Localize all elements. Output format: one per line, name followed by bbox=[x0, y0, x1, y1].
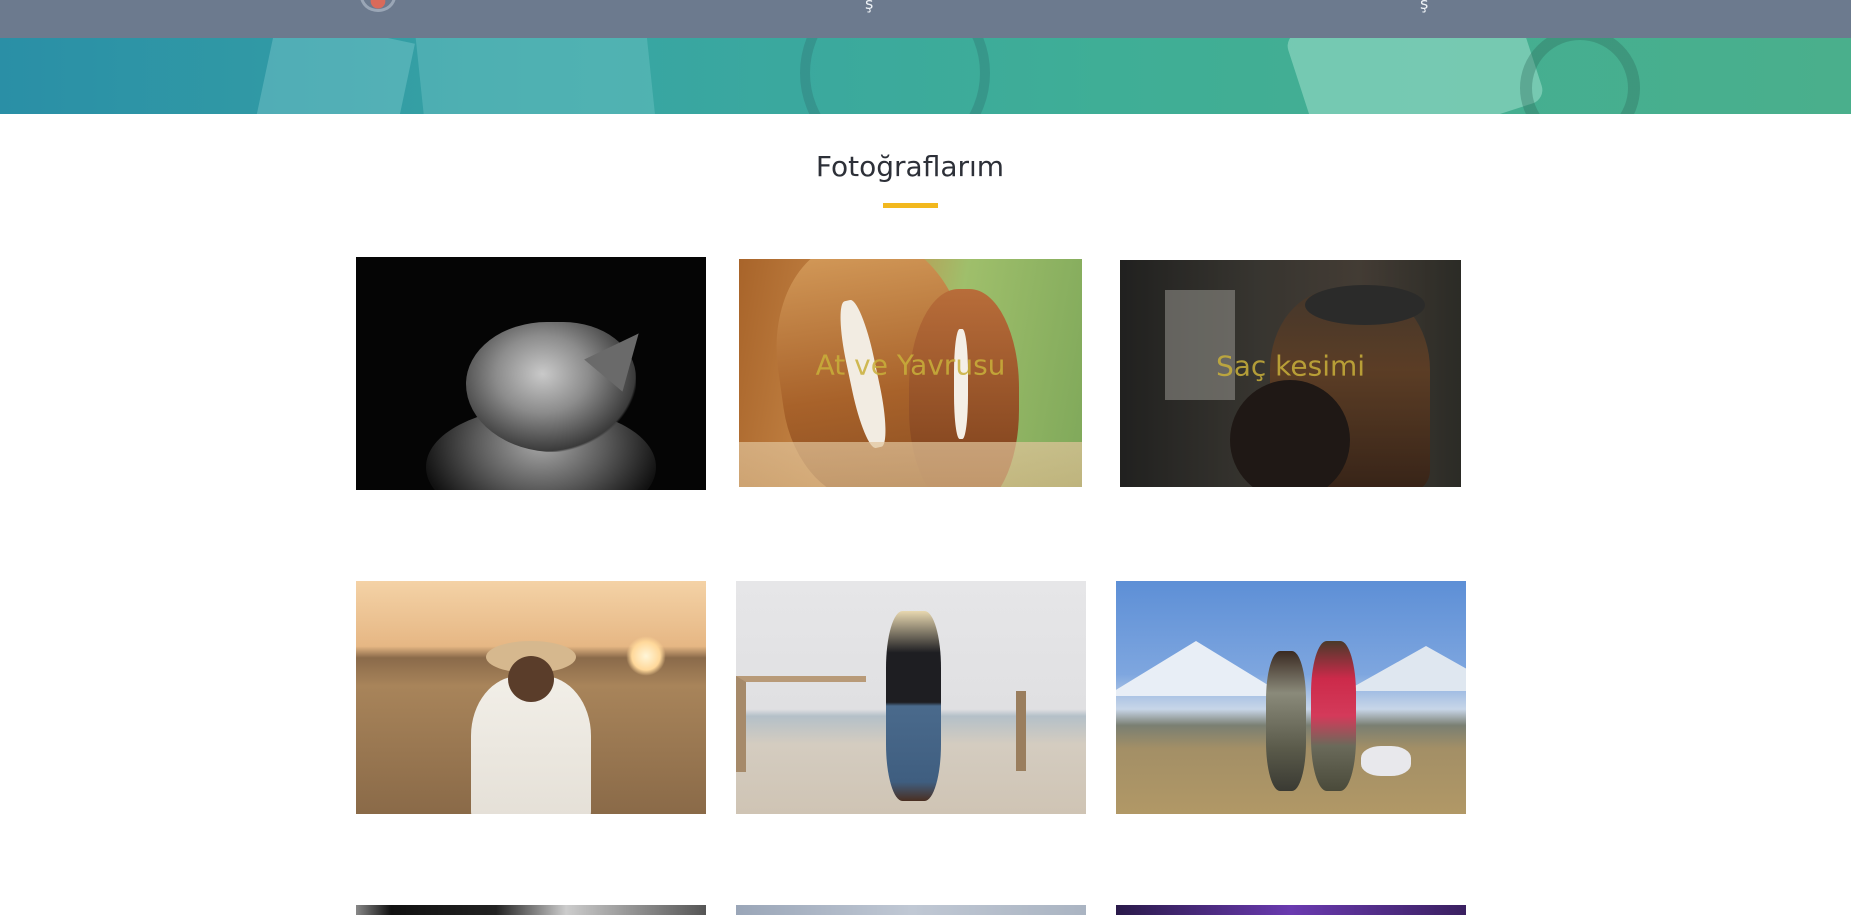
photo-caption: Saç kesimi bbox=[1215, 349, 1366, 382]
gallery-photo-hikers[interactable] bbox=[1116, 581, 1466, 814]
gallery-photo-cat[interactable] bbox=[356, 257, 706, 490]
title-underline bbox=[883, 203, 938, 208]
gallery-photo-partial[interactable] bbox=[1116, 905, 1466, 915]
gallery-photo-partial[interactable] bbox=[736, 905, 1086, 915]
gallery-photo-field-woman[interactable] bbox=[356, 581, 706, 814]
photo-caption: At ve Yavrusu bbox=[815, 348, 1006, 382]
section-title: Fotoğraflarım bbox=[815, 150, 1005, 183]
top-navbar: ş ş bbox=[0, 0, 1851, 38]
logo-icon[interactable] bbox=[360, 0, 396, 12]
nav-link-partial-right[interactable]: ş bbox=[1420, 0, 1428, 13]
hero-banner bbox=[0, 38, 1851, 114]
hero-postcard-shape bbox=[255, 38, 415, 114]
hero-lens-shape bbox=[1520, 38, 1640, 114]
nav-link-partial[interactable]: ş bbox=[865, 0, 873, 13]
gallery-photo-beach-walk[interactable] bbox=[736, 581, 1086, 814]
gallery-photo-horses[interactable]: At ve Yavrusu bbox=[739, 259, 1082, 487]
hero-camera-shape bbox=[1283, 38, 1547, 114]
gallery-photo-partial[interactable] bbox=[356, 905, 706, 915]
hero-map-shape bbox=[413, 38, 657, 114]
hero-compass-shape bbox=[800, 38, 990, 114]
gallery-photo-barber[interactable]: Saç kesimi bbox=[1120, 260, 1461, 487]
